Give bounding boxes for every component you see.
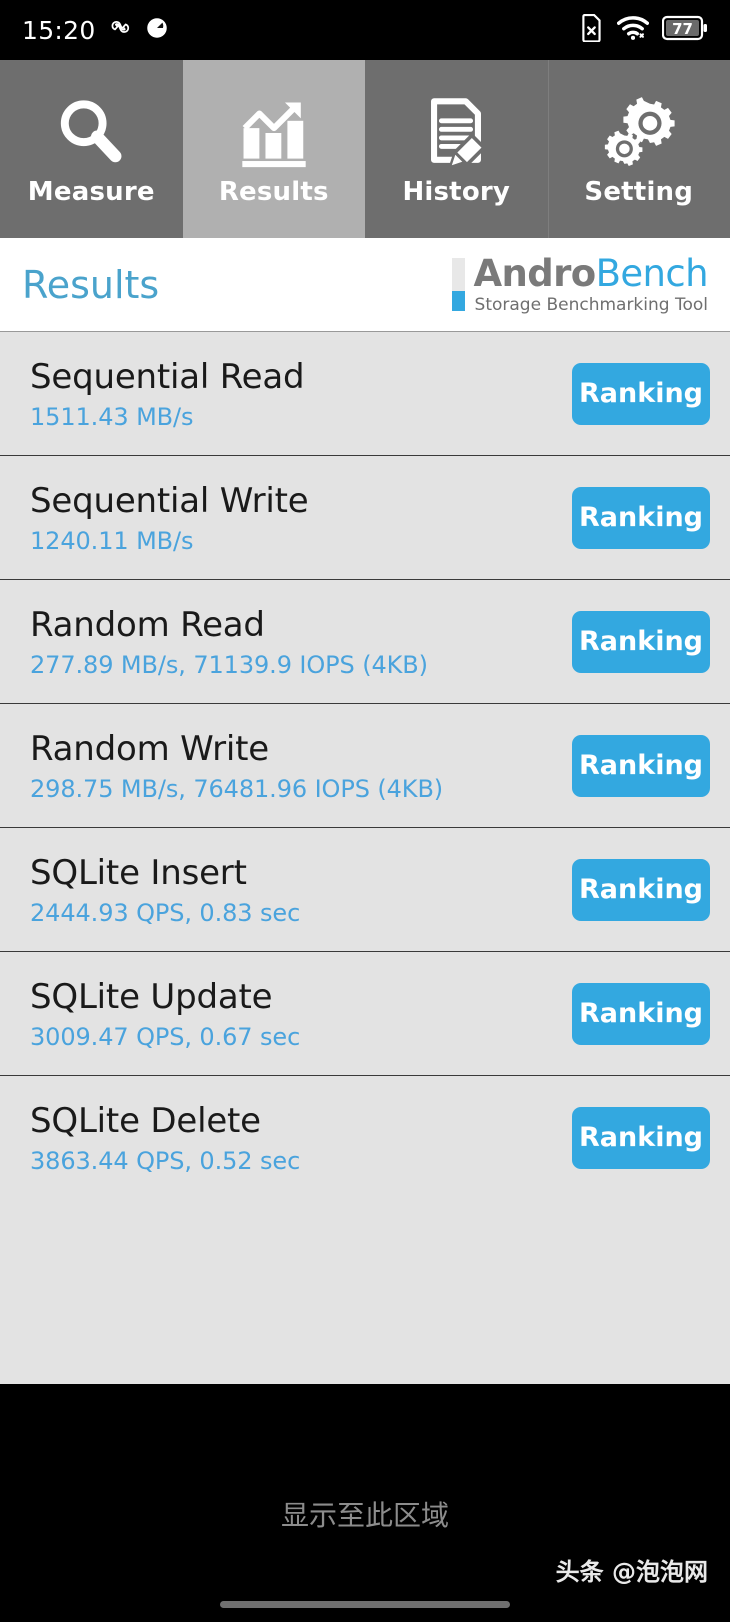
status-bar-left: 15:20 bbox=[22, 15, 170, 45]
logo-tagline: Storage Benchmarking Tool bbox=[474, 295, 708, 315]
page-header: Results AndroBench Storage Benchmarking … bbox=[0, 238, 730, 332]
phone-screen: 15:20 77 Measure Results History Setting… bbox=[0, 0, 730, 1622]
ranking-button[interactable]: Ranking bbox=[572, 858, 710, 921]
logo-word-andro: Andro bbox=[473, 252, 596, 295]
document-pencil-icon bbox=[417, 91, 495, 175]
row-text-group: SQLite Update 3009.47 QPS, 0.67 sec bbox=[30, 977, 300, 1051]
tab-history[interactable]: History bbox=[365, 60, 548, 238]
watermark: 头条 @泡泡网 bbox=[555, 1558, 708, 1586]
speed-dial-icon bbox=[144, 15, 170, 45]
result-value: 2444.93 QPS, 0.83 sec bbox=[30, 898, 301, 927]
ranking-button[interactable]: Ranking bbox=[572, 734, 710, 797]
logo-word-bench: Bench bbox=[595, 252, 709, 295]
result-row-sqlite-insert: SQLite Insert 2444.93 QPS, 0.83 sec Rank… bbox=[0, 828, 730, 952]
bottom-black-area: 显示至此区域 头条 @泡泡网 bbox=[0, 1384, 730, 1622]
tab-results[interactable]: Results bbox=[182, 60, 365, 238]
row-text-group: Sequential Write 1240.11 MB/s bbox=[30, 481, 309, 555]
ranking-button[interactable]: Ranking bbox=[572, 1107, 710, 1169]
result-name: SQLite Update bbox=[30, 976, 273, 1017]
result-name: SQLite Insert bbox=[30, 852, 247, 893]
sync-icon bbox=[107, 15, 133, 45]
result-name: Random Write bbox=[30, 728, 269, 769]
result-value: 3863.44 QPS, 0.52 sec bbox=[30, 1147, 301, 1175]
ranking-button[interactable]: Ranking bbox=[572, 362, 710, 425]
result-row-sequential-write: Sequential Write 1240.11 MB/s Ranking bbox=[0, 456, 730, 580]
result-row-sqlite-update: SQLite Update 3009.47 QPS, 0.67 sec Rank… bbox=[0, 952, 730, 1076]
tab-label: Setting bbox=[584, 177, 694, 207]
display-area-hint: 显示至此区域 bbox=[280, 1499, 449, 1532]
home-indicator[interactable] bbox=[220, 1601, 510, 1608]
row-text-group: SQLite Delete 3863.44 QPS, 0.52 sec bbox=[30, 1101, 300, 1175]
logo-text: AndroBench Storage Benchmarking Tool bbox=[473, 255, 708, 314]
list-empty-area bbox=[0, 1200, 730, 1384]
row-text-group: Sequential Read 1511.43 MB/s bbox=[30, 356, 305, 431]
status-bar-clock: 15:20 bbox=[22, 15, 96, 45]
result-value: 298.75 MB/s, 76481.96 IOPS (4KB) bbox=[30, 774, 444, 803]
result-value: 1240.11 MB/s bbox=[30, 526, 194, 555]
tab-setting[interactable]: Setting bbox=[547, 60, 730, 238]
result-row-sqlite-delete: SQLite Delete 3863.44 QPS, 0.52 sec Rank… bbox=[0, 1076, 730, 1200]
status-bar-right: 77 bbox=[580, 14, 708, 46]
tab-label: Measure bbox=[27, 177, 155, 207]
result-name: Random Read bbox=[30, 604, 265, 645]
main-tab-bar: Measure Results History Setting bbox=[0, 60, 730, 238]
magnifier-icon bbox=[52, 91, 130, 175]
svg-text:77: 77 bbox=[672, 20, 693, 38]
status-bar: 15:20 77 bbox=[0, 0, 730, 60]
page-title: Results bbox=[22, 262, 160, 307]
tab-label: Results bbox=[218, 177, 329, 207]
result-row-random-write: Random Write 298.75 MB/s, 76481.96 IOPS … bbox=[0, 704, 730, 828]
sim-card-off-icon bbox=[580, 14, 604, 46]
row-text-group: Random Write 298.75 MB/s, 76481.96 IOPS … bbox=[30, 729, 443, 803]
gears-icon bbox=[600, 91, 678, 175]
result-name: SQLite Delete bbox=[30, 1101, 261, 1141]
battery-icon: 77 bbox=[661, 15, 708, 45]
result-value: 277.89 MB/s, 71139.9 IOPS (4KB) bbox=[30, 650, 428, 679]
androbench-logo: AndroBench Storage Benchmarking Tool bbox=[452, 255, 709, 314]
result-value: 3009.47 QPS, 0.67 sec bbox=[30, 1022, 301, 1051]
bar-chart-growth-icon bbox=[235, 91, 313, 175]
logo-bar-icon bbox=[452, 257, 466, 312]
row-text-group: SQLite Insert 2444.93 QPS, 0.83 sec bbox=[30, 853, 300, 927]
results-list: Sequential Read 1511.43 MB/s Ranking Seq… bbox=[0, 332, 730, 1384]
ranking-button[interactable]: Ranking bbox=[572, 982, 710, 1045]
logo-wordmark: AndroBench bbox=[473, 255, 708, 292]
result-row-random-read: Random Read 277.89 MB/s, 71139.9 IOPS (4… bbox=[0, 580, 730, 704]
result-name: Sequential Read bbox=[30, 356, 305, 397]
ranking-button[interactable]: Ranking bbox=[572, 610, 710, 673]
ranking-button[interactable]: Ranking bbox=[572, 486, 710, 549]
tab-label: History bbox=[402, 177, 511, 207]
wifi-icon bbox=[616, 15, 650, 45]
result-value: 1511.43 MB/s bbox=[30, 402, 194, 431]
result-row-sequential-read: Sequential Read 1511.43 MB/s Ranking bbox=[0, 332, 730, 456]
result-name: Sequential Write bbox=[30, 480, 309, 521]
tab-measure[interactable]: Measure bbox=[0, 60, 183, 238]
row-text-group: Random Read 277.89 MB/s, 71139.9 IOPS (4… bbox=[30, 605, 428, 679]
